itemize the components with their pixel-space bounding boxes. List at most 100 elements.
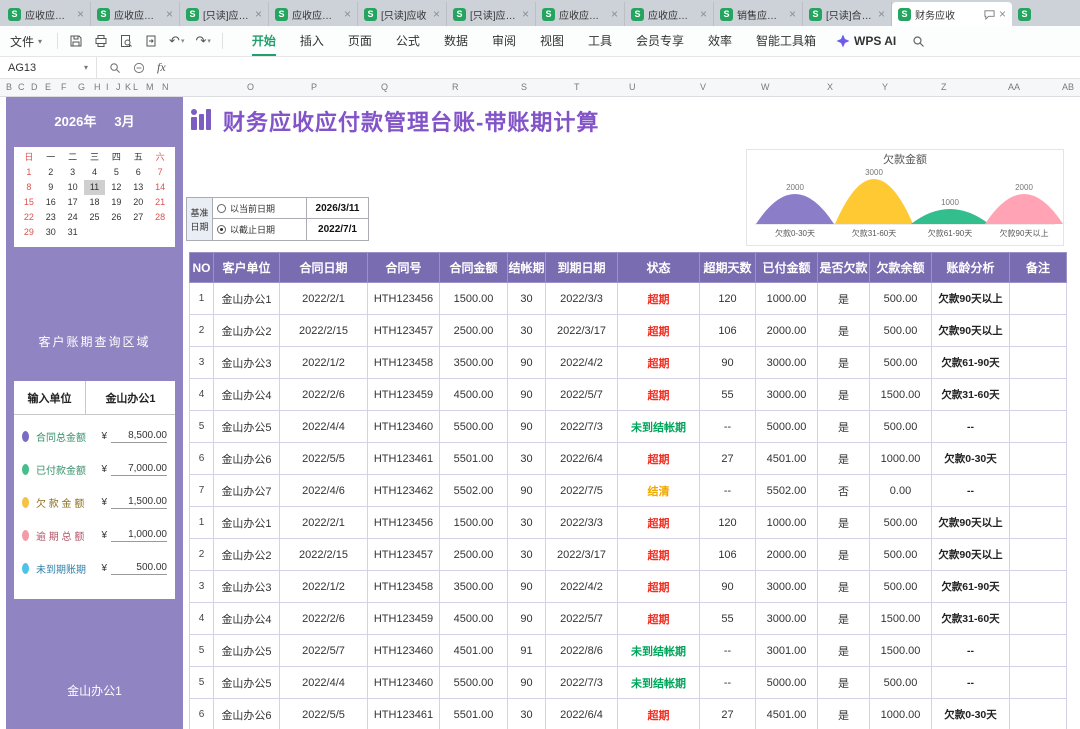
table-cell[interactable]: 2000.00: [755, 538, 818, 571]
tab-close-icon[interactable]: ×: [789, 7, 796, 21]
calendar-day[interactable]: 1: [18, 165, 40, 180]
tab-close-icon[interactable]: ×: [999, 7, 1006, 21]
table-cell[interactable]: 3000.00: [755, 570, 818, 603]
table-column-header[interactable]: 客户单位: [213, 252, 280, 283]
table-cell[interactable]: HTH123461: [367, 698, 440, 729]
column-letter[interactable]: R: [452, 82, 459, 92]
table-cell[interactable]: 超期: [617, 378, 700, 411]
table-cell[interactable]: HTH123460: [367, 666, 440, 699]
calendar-day[interactable]: 2: [40, 165, 62, 180]
table-cell[interactable]: 金山办公5: [213, 410, 280, 443]
table-cell[interactable]: [1009, 570, 1067, 603]
table-cell[interactable]: 未到结帐期: [617, 410, 700, 443]
table-cell[interactable]: --: [931, 634, 1010, 667]
file-tab[interactable]: S 应收应付账 ×: [91, 2, 180, 26]
calendar-day[interactable]: 9: [40, 180, 62, 195]
calendar-day[interactable]: 19: [105, 195, 127, 210]
table-cell[interactable]: [1009, 698, 1067, 729]
table-cell[interactable]: 27: [699, 698, 756, 729]
table-cell[interactable]: 2022/2/6: [279, 602, 368, 635]
table-cell[interactable]: 500.00: [869, 570, 932, 603]
table-column-header[interactable]: 已付金额: [755, 252, 818, 283]
menu-tab[interactable]: 会员专享: [624, 27, 696, 56]
table-cell[interactable]: --: [699, 474, 756, 507]
table-cell[interactable]: 金山办公1: [213, 282, 280, 315]
table-cell[interactable]: 2022/2/15: [279, 314, 368, 347]
column-letter[interactable]: Y: [882, 82, 888, 92]
fx-label[interactable]: fx: [157, 60, 166, 75]
insert-function-icon[interactable]: [133, 62, 145, 74]
table-row[interactable]: 2 金山办公2 2022/2/15 HTH123457 2500.00 30 2022/3/…: [189, 314, 1067, 347]
table-cell[interactable]: HTH123459: [367, 602, 440, 635]
menu-tab[interactable]: 开始: [240, 27, 288, 56]
table-cell[interactable]: 超期: [617, 602, 700, 635]
table-cell[interactable]: 1000.00: [755, 282, 818, 315]
table-cell[interactable]: 2: [189, 314, 214, 347]
table-cell[interactable]: 90: [507, 410, 546, 443]
table-cell[interactable]: 否: [817, 474, 870, 507]
table-cell[interactable]: 金山办公7: [213, 474, 280, 507]
redo-button[interactable]: ↷ ▾: [195, 33, 210, 49]
table-column-header[interactable]: 备注: [1009, 252, 1067, 283]
table-cell[interactable]: 欠款61-90天: [931, 346, 1010, 379]
calendar-day[interactable]: [127, 225, 149, 240]
table-cell[interactable]: 2022/4/2: [545, 346, 618, 379]
column-letter[interactable]: L: [133, 82, 138, 92]
table-cell[interactable]: 500.00: [869, 314, 932, 347]
table-cell[interactable]: 是: [817, 410, 870, 443]
calendar-day[interactable]: 5: [105, 165, 127, 180]
table-cell[interactable]: 超期: [617, 314, 700, 347]
column-letter[interactable]: AA: [1008, 82, 1020, 92]
table-cell[interactable]: 4500.00: [439, 602, 508, 635]
table-row[interactable]: 3 金山办公3 2022/1/2 HTH123458 3500.00 90 2022/4/2…: [189, 346, 1067, 379]
table-cell[interactable]: 2022/4/4: [279, 410, 368, 443]
calendar-day[interactable]: 26: [105, 210, 127, 225]
table-cell[interactable]: 3000.00: [755, 346, 818, 379]
table-cell[interactable]: 7: [189, 474, 214, 507]
table-cell[interactable]: 金山办公6: [213, 698, 280, 729]
tab-close-icon[interactable]: ×: [611, 7, 618, 21]
column-letter[interactable]: Z: [941, 82, 947, 92]
table-cell[interactable]: 2500.00: [439, 538, 508, 571]
table-cell[interactable]: 金山办公1: [213, 506, 280, 539]
table-column-header[interactable]: 合同日期: [279, 252, 368, 283]
radio-button[interactable]: [217, 225, 226, 234]
calendar-day[interactable]: 16: [40, 195, 62, 210]
table-column-header[interactable]: 状态: [617, 252, 700, 283]
table-cell[interactable]: 是: [817, 570, 870, 603]
table-cell[interactable]: HTH123459: [367, 378, 440, 411]
table-cell[interactable]: 90: [507, 666, 546, 699]
table-cell[interactable]: 超期: [617, 698, 700, 729]
table-cell[interactable]: 1000.00: [869, 442, 932, 475]
calendar-day[interactable]: 8: [18, 180, 40, 195]
table-cell[interactable]: 是: [817, 282, 870, 315]
table-cell[interactable]: HTH123461: [367, 442, 440, 475]
table-cell[interactable]: 2022/2/6: [279, 378, 368, 411]
column-letter[interactable]: X: [827, 82, 833, 92]
calendar-day[interactable]: 14: [149, 180, 171, 195]
table-cell[interactable]: 2022/7/5: [545, 474, 618, 507]
table-cell[interactable]: 金山办公3: [213, 570, 280, 603]
table-cell[interactable]: 5: [189, 634, 214, 667]
table-cell[interactable]: [1009, 634, 1067, 667]
table-cell[interactable]: 2022/4/6: [279, 474, 368, 507]
column-letter[interactable]: V: [700, 82, 706, 92]
file-tab[interactable]: S [只读]合同款 ×: [803, 2, 892, 26]
table-cell[interactable]: 4500.00: [439, 378, 508, 411]
column-letter[interactable]: M: [146, 82, 154, 92]
table-cell[interactable]: 30: [507, 282, 546, 315]
table-cell[interactable]: 欠款90天以上: [931, 538, 1010, 571]
wps-ai-button[interactable]: WPS AI: [836, 34, 896, 48]
calendar-day[interactable]: 18: [84, 195, 106, 210]
tab-close-icon[interactable]: ×: [344, 7, 351, 21]
table-cell[interactable]: [1009, 442, 1067, 475]
table-cell[interactable]: 90: [507, 570, 546, 603]
table-cell[interactable]: --: [931, 474, 1010, 507]
table-cell[interactable]: 金山办公2: [213, 538, 280, 571]
file-tab[interactable]: S 财务应收 ×: [892, 2, 1012, 26]
table-row[interactable]: 2 金山办公2 2022/2/15 HTH123457 2500.00 30 2022/3/…: [189, 538, 1067, 571]
column-letter[interactable]: O: [247, 82, 254, 92]
tab-close-icon[interactable]: ×: [700, 7, 707, 21]
calendar-day[interactable]: 27: [127, 210, 149, 225]
table-cell[interactable]: 500.00: [869, 666, 932, 699]
